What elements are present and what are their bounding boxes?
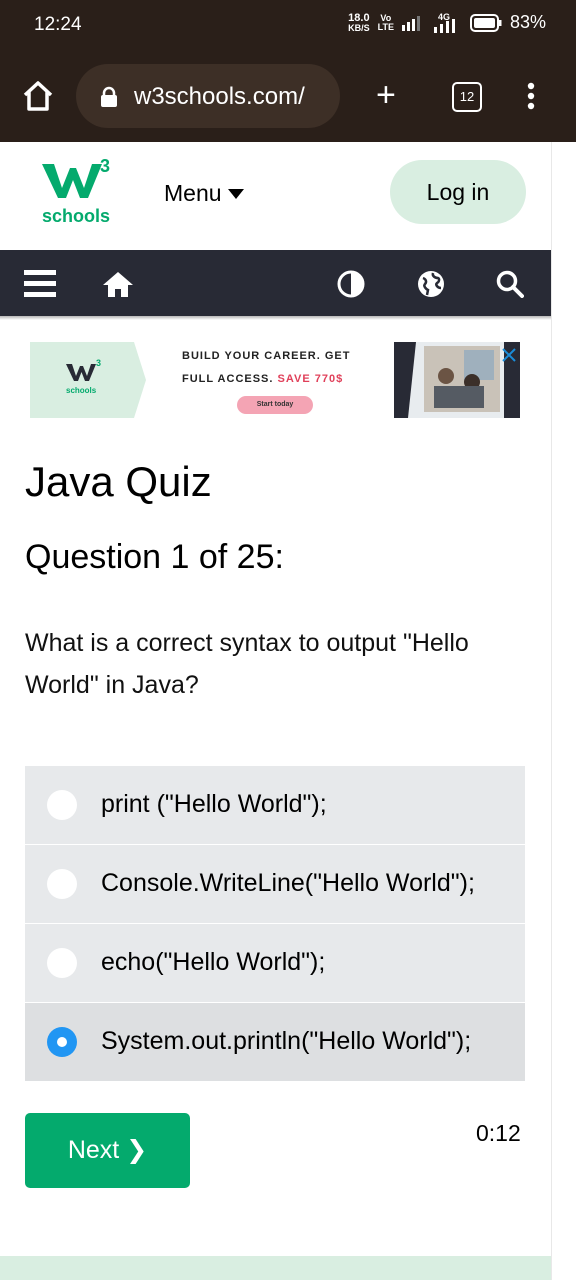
- answer-label: Console.WriteLine("Hello World");: [101, 869, 475, 897]
- signal-icon-2: [433, 18, 455, 33]
- radio-button[interactable]: [47, 790, 77, 820]
- battery-percent: 83%: [509, 12, 546, 32]
- answer-option[interactable]: print ("Hello World");: [25, 766, 525, 844]
- w3-logo-mark: [42, 164, 102, 198]
- url-text[interactable]: w3schools.com/: [134, 83, 305, 111]
- caret-down-icon: [227, 188, 244, 199]
- status-time: 12:24: [34, 14, 82, 35]
- speed-unit: KB/S: [348, 22, 370, 33]
- ad-discount: SAVE 770$: [277, 373, 344, 385]
- speed-value: 18.0: [348, 11, 370, 24]
- home-icon[interactable]: [20, 78, 56, 114]
- page-edge: [551, 142, 552, 1280]
- w3schools-logo[interactable]: 3 schools: [40, 156, 118, 228]
- logo-superscript: 3: [100, 156, 111, 176]
- question-count: Question 1 of 25:: [25, 538, 284, 576]
- login-button[interactable]: Log in: [390, 160, 526, 224]
- quiz-timer: 0:12: [476, 1120, 521, 1146]
- status-icons: 18.0 KB/S Vo LTE 4G 83%: [348, 12, 546, 33]
- nav-shadow: [0, 316, 551, 320]
- next-button[interactable]: Next ❯: [25, 1113, 190, 1188]
- ad-headline-prefix: FULL ACCESS.: [182, 373, 274, 385]
- radio-button[interactable]: [47, 948, 77, 978]
- footer-strip: [0, 1256, 551, 1280]
- ad-logo-superscript: 3: [96, 358, 102, 368]
- answer-label: print ("Hello World");: [101, 790, 327, 818]
- network-type: 4G: [432, 12, 462, 33]
- answer-label: echo("Hello World");: [101, 948, 326, 976]
- question-text: What is a correct syntax to output "Hell…: [25, 629, 469, 699]
- search-icon[interactable]: [496, 270, 524, 298]
- battery-icon: [469, 13, 502, 32]
- network-speed: 18.0 KB/S: [348, 11, 370, 33]
- menu-label: Menu: [164, 180, 222, 206]
- radio-button[interactable]: [47, 869, 77, 899]
- answer-label: System.out.println("Hello World");: [101, 1027, 472, 1055]
- ad-headline-1: BUILD YOUR CAREER. GET: [182, 350, 351, 362]
- top-nav: [0, 250, 551, 316]
- contrast-icon[interactable]: [337, 270, 365, 298]
- menu-button[interactable]: Menu: [164, 180, 244, 207]
- ad-logo-text: schools: [66, 386, 97, 395]
- lock-icon: [101, 86, 117, 107]
- answer-option[interactable]: Console.WriteLine("Hello World");: [25, 845, 525, 923]
- ad-logo: 3 schools: [66, 358, 110, 402]
- ad-w3-mark: [66, 364, 96, 381]
- logo-text: schools: [42, 206, 111, 226]
- volte-indicator: Vo LTE: [377, 13, 394, 32]
- answer-option-selected[interactable]: System.out.println("Hello World");: [25, 1003, 525, 1081]
- globe-icon[interactable]: [417, 270, 445, 298]
- hamburger-icon[interactable]: [24, 270, 56, 298]
- ad-cta-button[interactable]: Start today: [237, 396, 313, 414]
- signal-icon: [401, 15, 420, 31]
- kebab-icon[interactable]: [526, 82, 536, 110]
- house-icon[interactable]: [102, 270, 134, 298]
- radio-button-checked[interactable]: [47, 1027, 77, 1057]
- page-title: Java Quiz: [25, 458, 212, 505]
- ad-headline-2: FULL ACCESS. SAVE 770$: [182, 373, 343, 385]
- plus-icon[interactable]: +: [376, 78, 396, 112]
- tabs-icon[interactable]: 12: [452, 82, 482, 112]
- volte-bottom: LTE: [377, 21, 394, 32]
- answer-option[interactable]: echo("Hello World");: [25, 924, 525, 1002]
- close-icon[interactable]: [499, 345, 519, 365]
